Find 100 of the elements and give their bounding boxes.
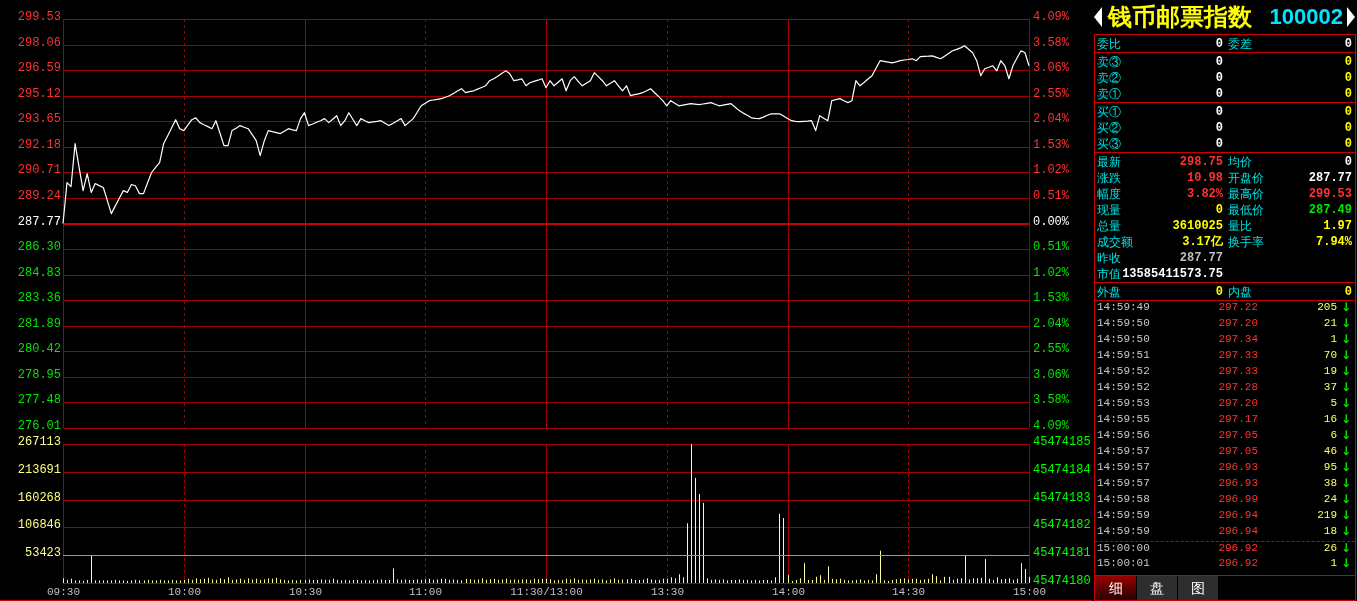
price-axis-label: 277.48 [17, 393, 61, 407]
tab[interactable]: 图 [1177, 576, 1218, 600]
time-axis-label: 11:30/13:00 [510, 586, 583, 598]
field-label: 买③ [1097, 138, 1121, 150]
percent-axis-label: 2.04% [1033, 317, 1069, 331]
percent-axis-label: 2.55% [1033, 87, 1069, 101]
direction-arrow: ↓ [1341, 365, 1352, 377]
percent-axis-label: 2.55% [1033, 342, 1069, 356]
field-label: 均价 [1228, 156, 1252, 168]
left-triangle-icon[interactable] [1094, 7, 1102, 27]
field-value: 10.98 [1187, 172, 1223, 184]
trade-volume: 46 [1322, 445, 1337, 457]
field-value: 287.77 [1308, 172, 1352, 184]
time-axis-label: 15:00 [1013, 586, 1046, 598]
direction-arrow: ↓ [1341, 381, 1352, 393]
right-axis-label: 45474182 [1033, 518, 1091, 532]
trade-volume: 37 [1322, 381, 1337, 393]
percent-axis-label: 4.09% [1033, 10, 1069, 24]
percent-axis-label: 1.53% [1033, 138, 1069, 152]
percent-axis-label: 3.06% [1033, 61, 1069, 75]
trade-price: 297.05 [1217, 429, 1258, 441]
percent-axis-label: 4.09% [1033, 419, 1069, 433]
field-label: 内盘 [1228, 286, 1252, 298]
price-axis-label: 292.18 [17, 138, 61, 152]
time-axis-label: 11:00 [409, 586, 442, 598]
trade-price: 297.34 [1217, 333, 1258, 345]
right-axis-label: 45474184 [1033, 463, 1091, 477]
trade-time: 15:00:01 [1097, 557, 1151, 569]
trade-volume: 219 [1316, 509, 1337, 521]
volume-axis-label: 160268 [17, 491, 61, 505]
field-label: 现量 [1097, 204, 1121, 216]
direction-arrow: ↓ [1341, 413, 1352, 425]
trade-price: 297.28 [1217, 381, 1258, 393]
direction-arrow: ↓ [1341, 542, 1352, 554]
volume-axis-label: 213691 [17, 463, 61, 477]
tab[interactable]: 细 [1095, 576, 1136, 600]
field-label: 涨跌 [1097, 172, 1121, 184]
price-axis-label: 284.83 [17, 266, 61, 280]
percent-axis-label: 3.06% [1033, 368, 1069, 382]
direction-arrow: ↓ [1341, 509, 1352, 521]
percent-axis-label: 3.58% [1033, 393, 1069, 407]
field-value: 298.75 [1179, 156, 1223, 168]
right-triangle-icon[interactable] [1347, 7, 1355, 27]
field-label: 最新 [1097, 156, 1121, 168]
price-axis-label: 276.01 [17, 419, 61, 433]
trade-time: 14:59:55 [1097, 413, 1151, 425]
field-label: 最低价 [1228, 204, 1264, 216]
trade-time: 14:59:49 [1097, 301, 1151, 313]
trade-time: 14:59:51 [1097, 349, 1151, 361]
time-axis-label: 14:30 [892, 586, 925, 598]
field-value: 0 [1215, 204, 1223, 216]
direction-arrow: ↓ [1341, 317, 1352, 329]
field-label: 幅度 [1097, 188, 1121, 200]
trade-time: 14:59:59 [1097, 525, 1151, 537]
trade-price: 297.05 [1217, 445, 1258, 457]
field-label: 买② [1097, 122, 1121, 134]
field-value: 0 [1215, 138, 1223, 150]
field-value: 299.53 [1308, 188, 1352, 200]
trade-price: 297.17 [1217, 413, 1258, 425]
trade-time: 14:59:58 [1097, 493, 1151, 505]
price-axis-label: 278.95 [17, 368, 61, 382]
right-axis-label: 45474180 [1033, 574, 1091, 588]
direction-arrow: ↓ [1341, 493, 1352, 505]
field-value: 287.49 [1308, 204, 1352, 216]
field-label: 外盘 [1097, 286, 1121, 298]
trade-price: 296.92 [1217, 557, 1258, 569]
field-value: 0 [1344, 286, 1352, 298]
trade-price: 296.94 [1217, 509, 1258, 521]
trade-price: 296.92 [1217, 542, 1258, 554]
trade-time: 14:59:50 [1097, 333, 1151, 345]
trade-price: 296.99 [1217, 493, 1258, 505]
trade-price: 296.93 [1217, 461, 1258, 473]
percent-axis-label: 0.00% [1033, 215, 1069, 229]
percent-axis-label: 2.04% [1033, 112, 1069, 126]
trade-price: 297.20 [1217, 317, 1258, 329]
index-name: 钱币邮票指数 [1108, 5, 1252, 29]
field-label: 买① [1097, 106, 1121, 118]
field-value: 0 [1344, 156, 1352, 168]
field-value: 3.82% [1187, 188, 1223, 200]
right-axis-label: 45474183 [1033, 491, 1091, 505]
field-label: 开盘价 [1228, 172, 1264, 184]
tab[interactable]: 盘 [1136, 576, 1177, 600]
trade-volume: 38 [1322, 477, 1337, 489]
trade-volume: 18 [1322, 525, 1337, 537]
field-value: 0 [1215, 88, 1223, 100]
field-label: 换手率 [1228, 236, 1264, 248]
index-code: 100002 [1269, 6, 1343, 28]
trade-price: 297.33 [1217, 365, 1258, 377]
trade-volume: 21 [1322, 317, 1337, 329]
direction-arrow: ↓ [1341, 445, 1352, 457]
trade-time: 15:00:00 [1097, 542, 1151, 554]
time-axis-label: 09:30 [47, 586, 80, 598]
time-axis-label: 10:30 [289, 586, 322, 598]
percent-axis-label: 0.51% [1033, 189, 1069, 203]
trade-time: 14:59:56 [1097, 429, 1151, 441]
field-value: 287.77 [1179, 252, 1223, 264]
direction-arrow: ↓ [1341, 397, 1352, 409]
price-axis-label: 280.42 [17, 342, 61, 356]
percent-axis-label: 0.51% [1033, 240, 1069, 254]
trade-price: 296.94 [1217, 525, 1258, 537]
